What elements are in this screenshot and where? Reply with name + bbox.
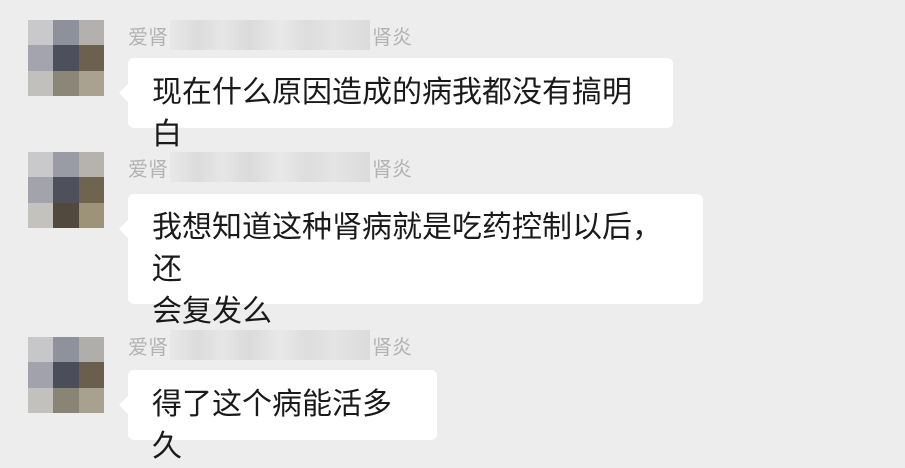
avatar[interactable] [28, 20, 104, 96]
sender-name-prefix: 爱肾 [128, 24, 168, 49]
chat-message: 爱肾 肾炎 我想知道这种肾病就是吃药控制以后，还 会复发么 [0, 152, 905, 329]
redacted-name-blur [170, 20, 370, 50]
sender-name-prefix: 爱肾 [128, 334, 168, 359]
avatar-pixel [78, 387, 104, 413]
message-bubble[interactable]: 得了这个病能活多久 [119, 370, 437, 464]
avatar-pixel [28, 45, 54, 71]
avatar-pixel [78, 152, 104, 178]
avatar-pixel [53, 20, 79, 46]
avatar-pixel [28, 152, 54, 178]
sender-name: 爱肾 肾炎 [128, 330, 412, 360]
avatar-pixel [53, 202, 79, 228]
avatar-pixel [78, 20, 104, 46]
message-text-line: 会复发么 [152, 294, 272, 329]
avatar-pixel [53, 337, 79, 363]
chat-message: 爱肾 肾炎 现在什么原因造成的病我都没有搞明白 [0, 20, 905, 152]
avatar[interactable] [28, 152, 104, 228]
message-text-line: 我想知道这种肾病就是吃药控制以后，还 [152, 210, 662, 287]
sender-name-suffix: 肾炎 [372, 334, 412, 359]
chat-message: 爱肾 肾炎 得了这个病能活多久 [0, 330, 905, 464]
avatar-pixel [78, 70, 104, 96]
sender-name-suffix: 肾炎 [372, 24, 412, 49]
avatar-pixel [28, 202, 54, 228]
redacted-name-blur [170, 152, 370, 182]
avatar-pixel [53, 45, 79, 71]
avatar-pixel [78, 177, 104, 203]
avatar-pixel [78, 45, 104, 71]
avatar-pixel [28, 337, 54, 363]
sender-name: 爱肾 肾炎 [128, 152, 412, 182]
avatar-pixel [53, 177, 79, 203]
sender-name-prefix: 爱肾 [128, 156, 168, 181]
avatar-pixel [53, 152, 79, 178]
avatar-pixel [78, 202, 104, 228]
avatar-pixel [78, 337, 104, 363]
sender-name-suffix: 肾炎 [372, 156, 412, 181]
avatar-pixel [28, 177, 54, 203]
message-bubble[interactable]: 我想知道这种肾病就是吃药控制以后，还 会复发么 [119, 194, 703, 329]
redacted-name-blur [170, 330, 370, 360]
avatar-pixel [28, 387, 54, 413]
avatar-pixel [28, 362, 54, 388]
message-text: 现在什么原因造成的病我都没有搞明白 [152, 75, 632, 152]
avatar-pixel [78, 362, 104, 388]
avatar-pixel [53, 362, 79, 388]
avatar-pixel [53, 70, 79, 96]
message-text: 得了这个病能活多久 [152, 387, 392, 464]
avatar-pixel [28, 20, 54, 46]
avatar[interactable] [28, 337, 104, 413]
avatar-pixel [28, 70, 54, 96]
sender-name: 爱肾 肾炎 [128, 20, 412, 50]
avatar-pixel [53, 387, 79, 413]
message-bubble[interactable]: 现在什么原因造成的病我都没有搞明白 [119, 58, 673, 152]
